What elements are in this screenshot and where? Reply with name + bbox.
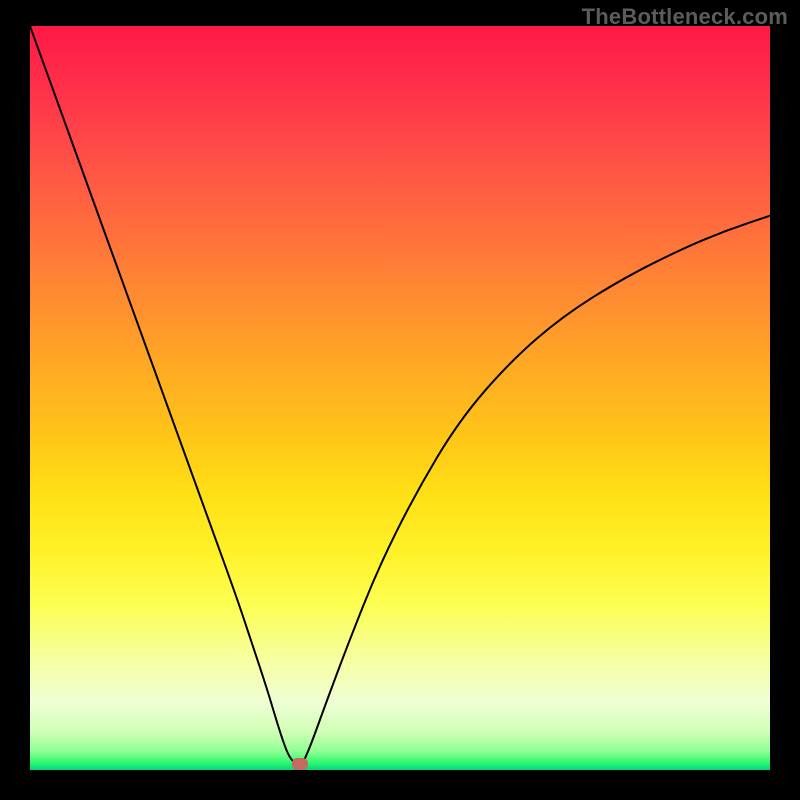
optimum-marker (292, 758, 308, 770)
curve-left-branch (30, 26, 296, 764)
watermark-text: TheBottleneck.com (582, 4, 788, 30)
bottleneck-curve (30, 26, 770, 770)
plot-area (30, 26, 770, 770)
curve-right-branch (304, 216, 770, 761)
